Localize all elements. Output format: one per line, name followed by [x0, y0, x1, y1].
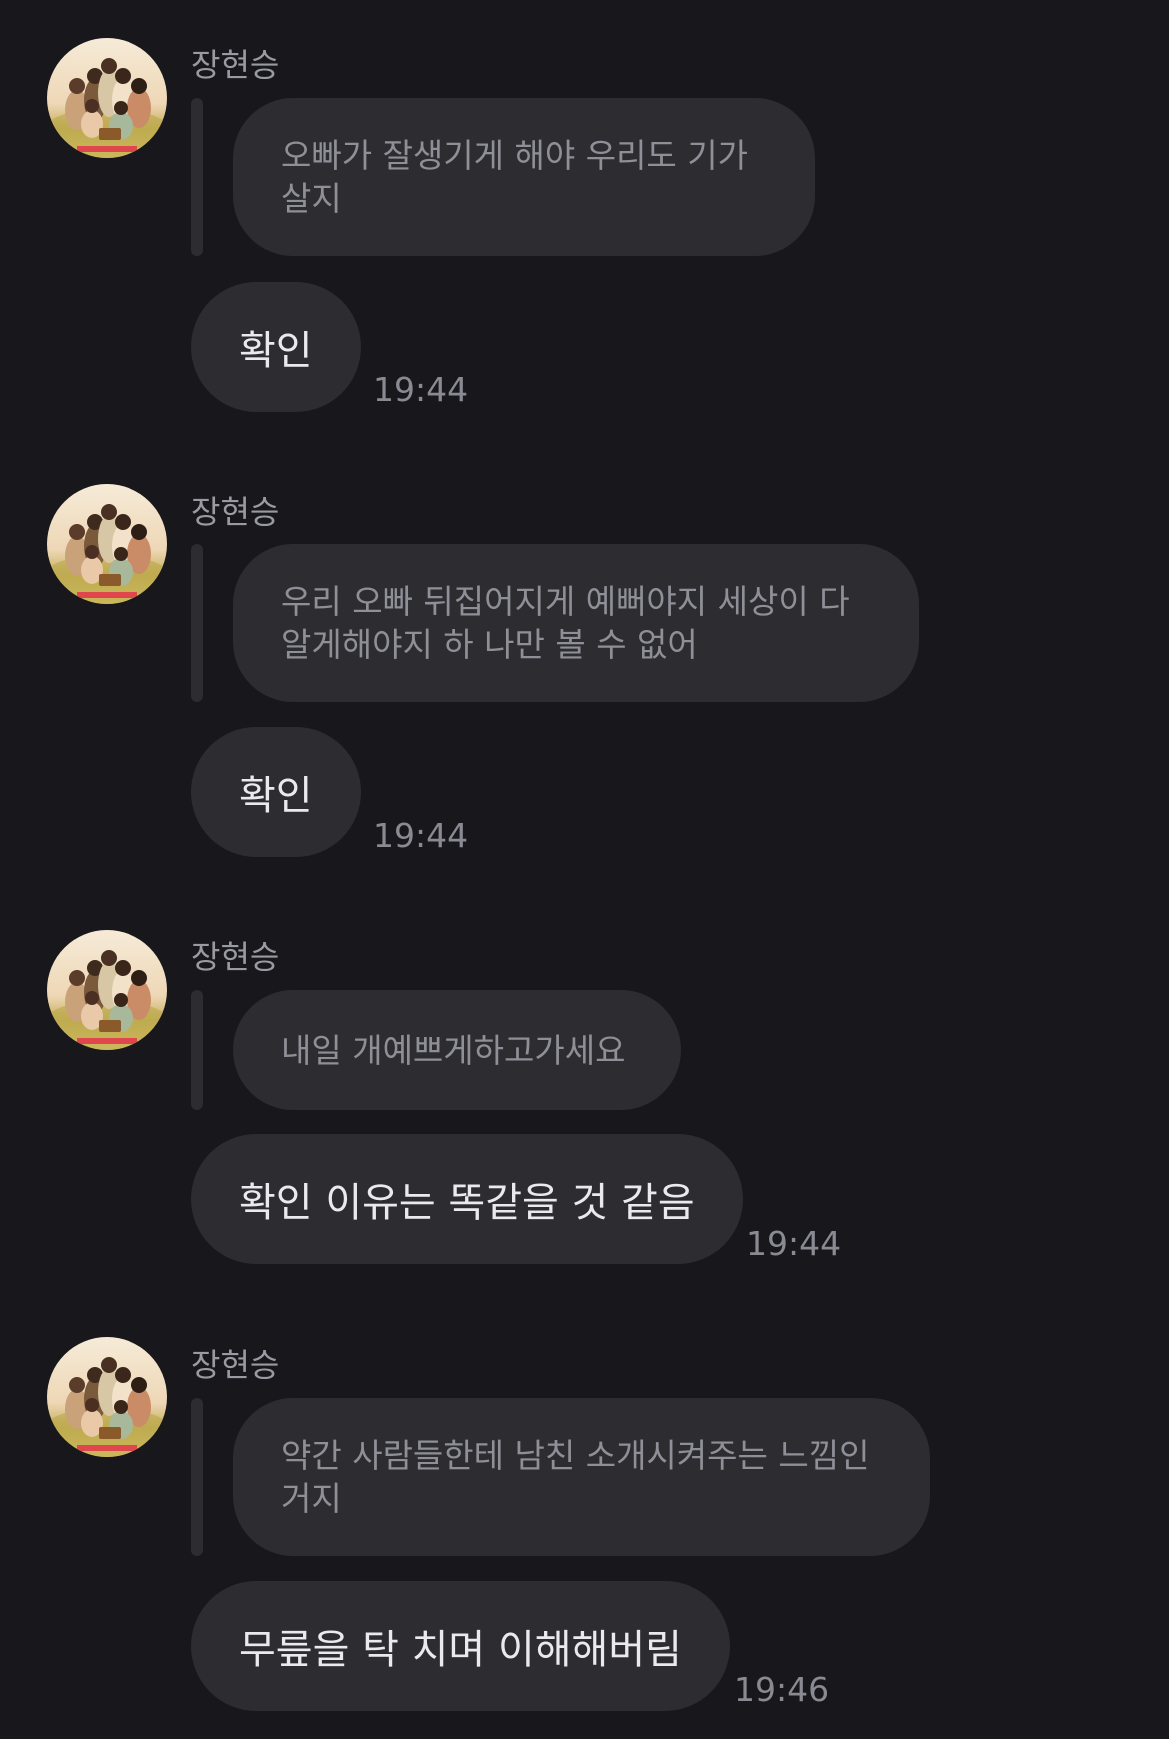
message-bubble[interactable]: 확인 이유는 똑같을 것 같음: [191, 1134, 743, 1264]
quoted-message[interactable]: 오빠가 잘생기게 해야 우리도 기가 살지: [233, 98, 815, 256]
message-bubble[interactable]: 확인: [191, 282, 361, 412]
sender-name: 장현승: [191, 938, 280, 976]
quoted-message[interactable]: 우리 오빠 뒤집어지게 예뻐야지 세상이 다 알게해야지 하 나만 볼 수 없어: [233, 544, 919, 702]
message-text: 무릎을 탁 치며 이해해버림: [239, 1627, 682, 1673]
sender-name: 장현승: [191, 46, 280, 84]
message-timestamp: 19:44: [373, 816, 469, 855]
group-photo-avatar-icon: [47, 38, 167, 158]
reply-quote-bar: [191, 98, 203, 256]
sender-name: 장현승: [191, 1346, 280, 1384]
message-text: 확인 이유는 똑같을 것 같음: [239, 1180, 695, 1226]
message-timestamp: 19:44: [746, 1224, 842, 1263]
message-bubble[interactable]: 무릎을 탁 치며 이해해버림: [191, 1581, 730, 1711]
quoted-message[interactable]: 내일 개예쁘게하고가세요: [233, 990, 681, 1110]
message-timestamp: 19:46: [734, 1670, 830, 1709]
quoted-message-text: 약간 사람들한테 남친 소개시켜주는 느낌인 거지: [281, 1436, 870, 1518]
quoted-message[interactable]: 약간 사람들한테 남친 소개시켜주는 느낌인 거지: [233, 1398, 930, 1556]
reply-quote-bar: [191, 544, 203, 702]
sender-name: 장현승: [191, 493, 280, 531]
quoted-message-text: 내일 개예쁘게하고가세요: [281, 1030, 626, 1070]
sender-avatar[interactable]: [47, 484, 167, 604]
group-photo-avatar-icon: [47, 484, 167, 604]
message-text: 확인: [239, 773, 313, 819]
message-bubble[interactable]: 확인: [191, 727, 361, 857]
message-timestamp: 19:44: [373, 370, 469, 409]
sender-avatar[interactable]: [47, 930, 167, 1050]
reply-quote-bar: [191, 990, 203, 1110]
quoted-message-text: 오빠가 잘생기게 해야 우리도 기가 살지: [281, 136, 748, 218]
group-photo-avatar-icon: [47, 930, 167, 1050]
sender-avatar[interactable]: [47, 1337, 167, 1457]
message-text: 확인: [239, 328, 313, 374]
reply-quote-bar: [191, 1398, 203, 1556]
quoted-message-text: 우리 오빠 뒤집어지게 예뻐야지 세상이 다 알게해야지 하 나만 볼 수 없어: [281, 582, 850, 664]
sender-avatar[interactable]: [47, 38, 167, 158]
group-photo-avatar-icon: [47, 1337, 167, 1457]
